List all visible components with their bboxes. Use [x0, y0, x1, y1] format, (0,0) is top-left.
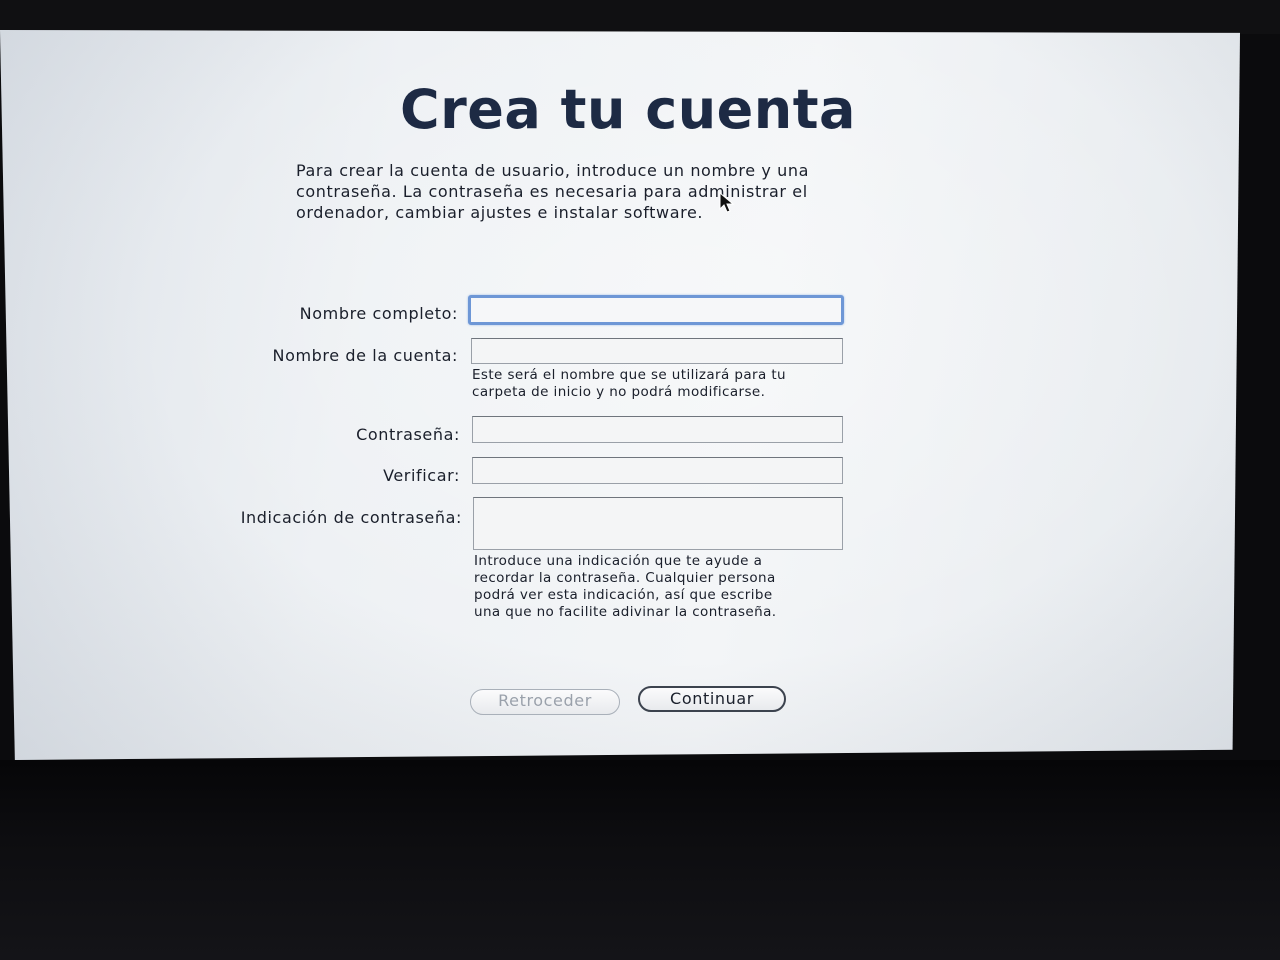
- account-name-help: Este será el nombre que se utilizará par…: [472, 367, 852, 401]
- intro-line: ordenador, cambiar ajustes e instalar so…: [296, 203, 704, 222]
- page-title: Crea tu cuenta: [400, 78, 856, 141]
- help-line: carpeta de inicio y no podrá modificarse…: [472, 384, 766, 400]
- password-label: Contraseña:: [356, 425, 460, 444]
- password-hint-input[interactable]: [473, 497, 843, 550]
- back-button[interactable]: Retroceder: [470, 689, 620, 715]
- continue-button[interactable]: Continuar: [638, 686, 786, 712]
- help-line: una que no facilite adivinar la contrase…: [474, 604, 777, 620]
- verify-label: Verificar:: [383, 466, 460, 485]
- intro-line: contraseña. La contraseña es necesaria p…: [296, 182, 808, 201]
- help-line: recordar la contraseña. Cualquier person…: [474, 570, 776, 586]
- verify-password-input[interactable]: [472, 457, 843, 484]
- monitor-bezel-bottom: [0, 760, 1280, 960]
- password-hint-label: Indicación de contraseña:: [240, 508, 462, 527]
- password-hint-help: Introduce una indicación que te ayude a …: [474, 553, 854, 621]
- help-line: podrá ver esta indicación, así que escri…: [474, 587, 773, 603]
- password-input[interactable]: [472, 416, 843, 443]
- monitor-bezel: [0, 0, 1280, 34]
- help-line: Introduce una indicación que te ayude a: [474, 553, 763, 569]
- intro-line: Para crear la cuenta de usuario, introdu…: [296, 161, 809, 180]
- intro-text: Para crear la cuenta de usuario, introdu…: [296, 160, 896, 223]
- account-name-input[interactable]: [471, 338, 843, 364]
- full-name-label: Nombre completo:: [299, 304, 458, 323]
- account-name-label: Nombre de la cuenta:: [272, 346, 458, 365]
- full-name-input[interactable]: [468, 295, 844, 325]
- mouse-pointer-icon: [719, 192, 735, 213]
- help-line: Este será el nombre que se utilizará par…: [472, 367, 786, 383]
